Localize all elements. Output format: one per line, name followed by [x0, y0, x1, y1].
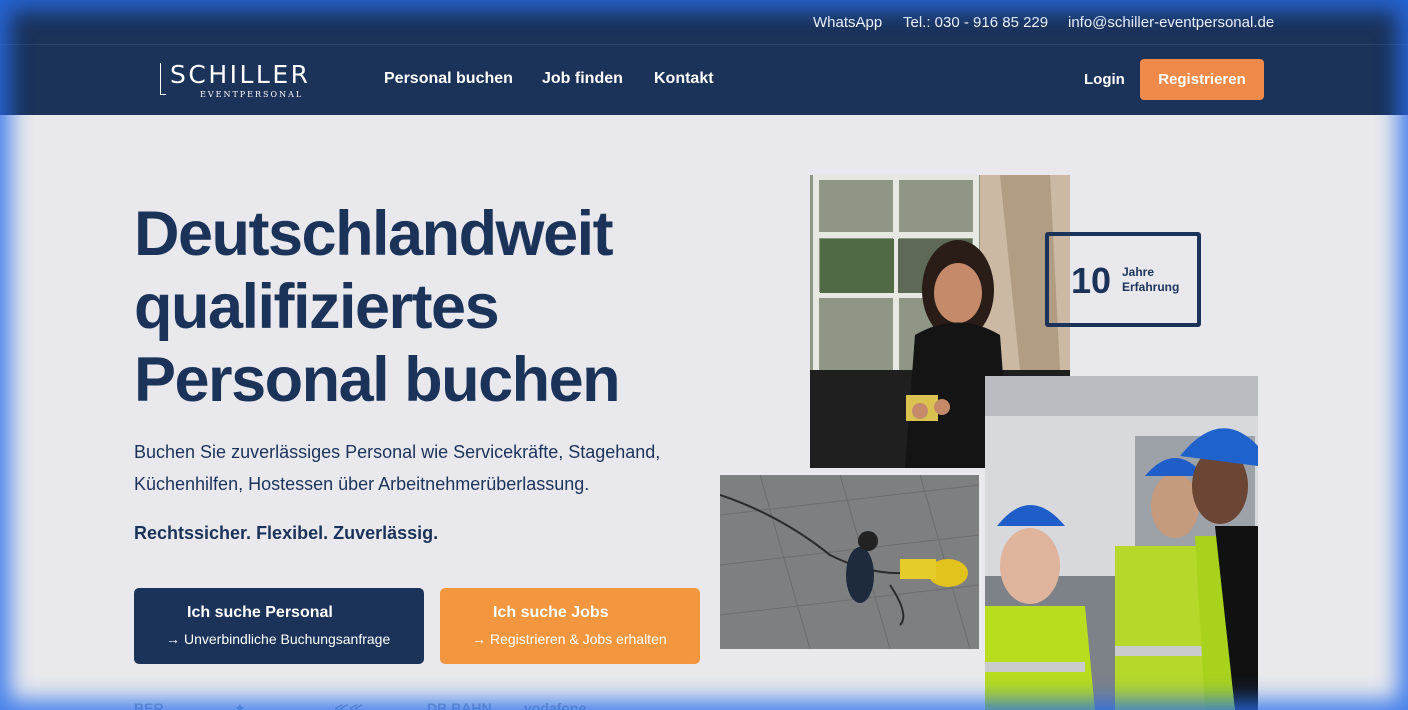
experience-badge: 10 Jahre Erfahrung	[1045, 232, 1201, 327]
hero-title-line: qualifiziertes	[134, 272, 500, 342]
logo-bracket	[160, 63, 166, 95]
workers-photo-illustration	[985, 376, 1258, 710]
logo-wordmark: SCHILLER	[170, 60, 311, 89]
badge-text: Jahre Erfahrung	[1122, 265, 1192, 295]
logo-subtitle: EVENTPERSONAL	[200, 90, 304, 99]
hero-tagline: Rechtssicher. Flexibel. Zuverlässig.	[134, 523, 439, 543]
nav-personal-buchen[interactable]: Personal buchen	[384, 70, 513, 88]
arrow-right-icon: →	[472, 631, 486, 647]
nav-job-finden[interactable]: Job finden	[542, 70, 623, 88]
login-link[interactable]: Login	[1084, 71, 1125, 88]
hero-title: Deutschlandweit qualifiziertes Personal …	[134, 198, 694, 417]
cta-subtitle: → Unverbindliche Buchungsanfrage	[166, 631, 390, 647]
cta-personal-button[interactable]: Ich suche Personal → Unverbindliche Buchu…	[134, 588, 424, 664]
badge-number: 10	[1071, 260, 1112, 301]
cleaner-photo-illustration	[720, 475, 979, 649]
whatsapp-link[interactable]: WhatsApp	[813, 14, 882, 31]
hero-title-line: Deutschlandweit	[134, 199, 614, 269]
register-button[interactable]: Registrieren	[1140, 59, 1264, 100]
cta-subtitle: → Registrieren & Jobs erhalten	[472, 631, 667, 647]
logo[interactable]: SCHILLER EVENTPERSONAL	[160, 60, 320, 100]
top-info-bar: WhatsApp Tel.: 030 - 916 85 229 info@sch…	[0, 0, 1408, 45]
partner-logos: BER ✦ ≪≪ DB BAHN vodafone	[134, 698, 614, 710]
badge-line: Erfahrung	[1122, 280, 1180, 294]
partner-logo-generic: ✦	[234, 700, 246, 710]
badge-line: Jahre	[1122, 265, 1155, 279]
hero-title-line: Personal buchen	[134, 345, 621, 415]
nav-kontakt[interactable]: Kontakt	[654, 70, 714, 88]
cta-subtitle-text: Registrieren & Jobs erhalten	[490, 631, 667, 647]
partner-logo-vodafone: vodafone	[524, 700, 587, 710]
workers-photo	[985, 376, 1258, 710]
partner-logo-generic: ≪≪	[334, 700, 364, 710]
hero-description: Buchen Sie zuverlässiges Personal wie Se…	[134, 442, 661, 494]
email-link[interactable]: info@schiller-eventpersonal.de	[1068, 14, 1274, 31]
partner-logo-ber: BER	[134, 700, 164, 710]
cta-subtitle-text: Unverbindliche Buchungsanfrage	[184, 631, 391, 647]
cta-jobs-button[interactable]: Ich suche Jobs → Registrieren & Jobs erha…	[440, 588, 700, 664]
main-navigation: SCHILLER EVENTPERSONAL Personal buchen J…	[0, 45, 1408, 115]
cta-title: Ich suche Personal	[187, 604, 333, 621]
cleaner-photo	[720, 475, 979, 649]
arrow-right-icon: →	[166, 631, 180, 647]
partner-logo-db: DB BAHN	[427, 700, 492, 710]
phone-link[interactable]: Tel.: 030 - 916 85 229	[903, 14, 1048, 31]
cta-title: Ich suche Jobs	[493, 604, 609, 621]
